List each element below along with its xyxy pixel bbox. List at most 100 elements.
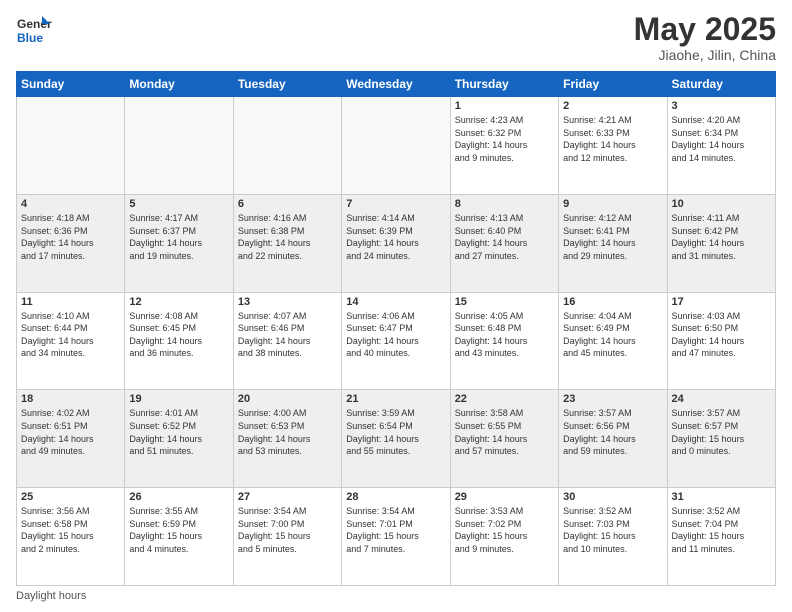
calendar-table: Sunday Monday Tuesday Wednesday Thursday… bbox=[16, 71, 776, 586]
day-number: 23 bbox=[563, 393, 662, 405]
location: Jiaohe, Jilin, China bbox=[634, 47, 776, 63]
day-info: Sunrise: 4:05 AM Sunset: 6:48 PM Dayligh… bbox=[455, 311, 528, 359]
day-info: Sunrise: 3:57 AM Sunset: 6:56 PM Dayligh… bbox=[563, 408, 636, 456]
calendar-cell: 23 Sunrise: 3:57 AM Sunset: 6:56 PM Dayli… bbox=[559, 390, 667, 488]
calendar-cell bbox=[233, 97, 341, 195]
calendar-cell: 14 Sunrise: 4:06 AM Sunset: 6:47 PM Dayli… bbox=[342, 292, 450, 390]
day-info: Sunrise: 4:12 AM Sunset: 6:41 PM Dayligh… bbox=[563, 213, 636, 261]
day-number: 22 bbox=[455, 393, 554, 405]
header: General Blue May 2025 Jiaohe, Jilin, Chi… bbox=[16, 12, 776, 63]
day-info: Sunrise: 4:03 AM Sunset: 6:50 PM Dayligh… bbox=[672, 311, 745, 359]
day-number: 12 bbox=[129, 296, 228, 308]
day-number: 6 bbox=[238, 198, 337, 210]
calendar-cell: 15 Sunrise: 4:05 AM Sunset: 6:48 PM Dayli… bbox=[450, 292, 558, 390]
day-number: 3 bbox=[672, 100, 771, 112]
calendar-cell bbox=[17, 97, 125, 195]
day-info: Sunrise: 3:55 AM Sunset: 6:59 PM Dayligh… bbox=[129, 506, 202, 554]
calendar-cell: 31 Sunrise: 3:52 AM Sunset: 7:04 PM Dayli… bbox=[667, 488, 775, 586]
day-number: 11 bbox=[21, 296, 120, 308]
day-number: 19 bbox=[129, 393, 228, 405]
day-info: Sunrise: 4:02 AM Sunset: 6:51 PM Dayligh… bbox=[21, 408, 94, 456]
calendar-cell: 25 Sunrise: 3:56 AM Sunset: 6:58 PM Dayli… bbox=[17, 488, 125, 586]
day-number: 26 bbox=[129, 491, 228, 503]
day-number: 15 bbox=[455, 296, 554, 308]
day-info: Sunrise: 4:04 AM Sunset: 6:49 PM Dayligh… bbox=[563, 311, 636, 359]
day-info: Sunrise: 3:53 AM Sunset: 7:02 PM Dayligh… bbox=[455, 506, 528, 554]
day-number: 4 bbox=[21, 198, 120, 210]
calendar-cell: 7 Sunrise: 4:14 AM Sunset: 6:39 PM Daylig… bbox=[342, 194, 450, 292]
day-info: Sunrise: 4:16 AM Sunset: 6:38 PM Dayligh… bbox=[238, 213, 311, 261]
col-sunday: Sunday bbox=[17, 72, 125, 97]
day-number: 14 bbox=[346, 296, 445, 308]
day-number: 20 bbox=[238, 393, 337, 405]
calendar-cell: 8Sunrise: 4:13 AM Sunset: 6:40 PM Daylig… bbox=[450, 194, 558, 292]
col-saturday: Saturday bbox=[667, 72, 775, 97]
day-info: Sunrise: 4:20 AM Sunset: 6:34 PM Dayligh… bbox=[672, 115, 745, 163]
calendar-cell: 12Sunrise: 4:08 AM Sunset: 6:45 PM Dayli… bbox=[125, 292, 233, 390]
day-info: Sunrise: 4:06 AM Sunset: 6:47 PM Dayligh… bbox=[346, 311, 419, 359]
day-info: Sunrise: 3:56 AM Sunset: 6:58 PM Dayligh… bbox=[21, 506, 94, 554]
calendar-cell: 6 Sunrise: 4:16 AM Sunset: 6:38 PM Daylig… bbox=[233, 194, 341, 292]
calendar-cell: 18Sunrise: 4:02 AM Sunset: 6:51 PM Dayli… bbox=[17, 390, 125, 488]
calendar-week-4: 18Sunrise: 4:02 AM Sunset: 6:51 PM Dayli… bbox=[17, 390, 776, 488]
day-info: Sunrise: 4:13 AM Sunset: 6:40 PM Dayligh… bbox=[455, 213, 528, 261]
day-number: 28 bbox=[346, 491, 445, 503]
col-wednesday: Wednesday bbox=[342, 72, 450, 97]
day-number: 21 bbox=[346, 393, 445, 405]
logo-svg: General Blue bbox=[16, 12, 52, 48]
day-info: Sunrise: 3:52 AM Sunset: 7:03 PM Dayligh… bbox=[563, 506, 636, 554]
day-info: Sunrise: 4:11 AM Sunset: 6:42 PM Dayligh… bbox=[672, 213, 745, 261]
col-thursday: Thursday bbox=[450, 72, 558, 97]
day-number: 7 bbox=[346, 198, 445, 210]
day-info: Sunrise: 4:17 AM Sunset: 6:37 PM Dayligh… bbox=[129, 213, 202, 261]
calendar-cell: 10Sunrise: 4:11 AM Sunset: 6:42 PM Dayli… bbox=[667, 194, 775, 292]
calendar-cell: 21 Sunrise: 3:59 AM Sunset: 6:54 PM Dayli… bbox=[342, 390, 450, 488]
day-number: 30 bbox=[563, 491, 662, 503]
day-info: Sunrise: 3:58 AM Sunset: 6:55 PM Dayligh… bbox=[455, 408, 528, 456]
calendar-cell: 2Sunrise: 4:21 AM Sunset: 6:33 PM Daylig… bbox=[559, 97, 667, 195]
day-info: Sunrise: 3:59 AM Sunset: 6:54 PM Dayligh… bbox=[346, 408, 419, 456]
calendar-cell: 11Sunrise: 4:10 AM Sunset: 6:44 PM Dayli… bbox=[17, 292, 125, 390]
calendar-header-row: Sunday Monday Tuesday Wednesday Thursday… bbox=[17, 72, 776, 97]
calendar-cell: 26 Sunrise: 3:55 AM Sunset: 6:59 PM Dayli… bbox=[125, 488, 233, 586]
day-info: Sunrise: 4:18 AM Sunset: 6:36 PM Dayligh… bbox=[21, 213, 94, 261]
day-number: 13 bbox=[238, 296, 337, 308]
calendar-cell: 30 Sunrise: 3:52 AM Sunset: 7:03 PM Dayli… bbox=[559, 488, 667, 586]
calendar-cell: 17 Sunrise: 4:03 AM Sunset: 6:50 PM Dayli… bbox=[667, 292, 775, 390]
day-number: 2 bbox=[563, 100, 662, 112]
calendar-cell: 24Sunrise: 3:57 AM Sunset: 6:57 PM Dayli… bbox=[667, 390, 775, 488]
day-number: 24 bbox=[672, 393, 771, 405]
day-info: Sunrise: 4:07 AM Sunset: 6:46 PM Dayligh… bbox=[238, 311, 311, 359]
day-info: Sunrise: 4:00 AM Sunset: 6:53 PM Dayligh… bbox=[238, 408, 311, 456]
logo: General Blue bbox=[16, 12, 52, 48]
calendar-cell: 3 Sunrise: 4:20 AM Sunset: 6:34 PM Daylig… bbox=[667, 97, 775, 195]
day-info: Sunrise: 3:52 AM Sunset: 7:04 PM Dayligh… bbox=[672, 506, 745, 554]
day-info: Sunrise: 3:54 AM Sunset: 7:01 PM Dayligh… bbox=[346, 506, 419, 554]
calendar-cell: 20 Sunrise: 4:00 AM Sunset: 6:53 PM Dayli… bbox=[233, 390, 341, 488]
day-number: 17 bbox=[672, 296, 771, 308]
calendar-cell: 4 Sunrise: 4:18 AM Sunset: 6:36 PM Daylig… bbox=[17, 194, 125, 292]
col-friday: Friday bbox=[559, 72, 667, 97]
calendar-cell: 1 Sunrise: 4:23 AM Sunset: 6:32 PM Daylig… bbox=[450, 97, 558, 195]
day-number: 16 bbox=[563, 296, 662, 308]
calendar-cell bbox=[342, 97, 450, 195]
col-tuesday: Tuesday bbox=[233, 72, 341, 97]
calendar-cell: 5Sunrise: 4:17 AM Sunset: 6:37 PM Daylig… bbox=[125, 194, 233, 292]
calendar-cell: 29 Sunrise: 3:53 AM Sunset: 7:02 PM Dayli… bbox=[450, 488, 558, 586]
calendar-week-3: 11Sunrise: 4:10 AM Sunset: 6:44 PM Dayli… bbox=[17, 292, 776, 390]
col-monday: Monday bbox=[125, 72, 233, 97]
day-info: Sunrise: 4:14 AM Sunset: 6:39 PM Dayligh… bbox=[346, 213, 419, 261]
calendar-cell: 9Sunrise: 4:12 AM Sunset: 6:41 PM Daylig… bbox=[559, 194, 667, 292]
calendar-cell: 19 Sunrise: 4:01 AM Sunset: 6:52 PM Dayli… bbox=[125, 390, 233, 488]
day-number: 29 bbox=[455, 491, 554, 503]
month-title: May 2025 bbox=[634, 12, 776, 47]
day-number: 25 bbox=[21, 491, 120, 503]
day-number: 1 bbox=[455, 100, 554, 112]
calendar-cell: 22 Sunrise: 3:58 AM Sunset: 6:55 PM Dayli… bbox=[450, 390, 558, 488]
day-number: 27 bbox=[238, 491, 337, 503]
day-info: Sunrise: 4:01 AM Sunset: 6:52 PM Dayligh… bbox=[129, 408, 202, 456]
day-info: Sunrise: 4:23 AM Sunset: 6:32 PM Dayligh… bbox=[455, 115, 528, 163]
day-number: 31 bbox=[672, 491, 771, 503]
title-block: May 2025 Jiaohe, Jilin, China bbox=[634, 12, 776, 63]
calendar-cell bbox=[125, 97, 233, 195]
